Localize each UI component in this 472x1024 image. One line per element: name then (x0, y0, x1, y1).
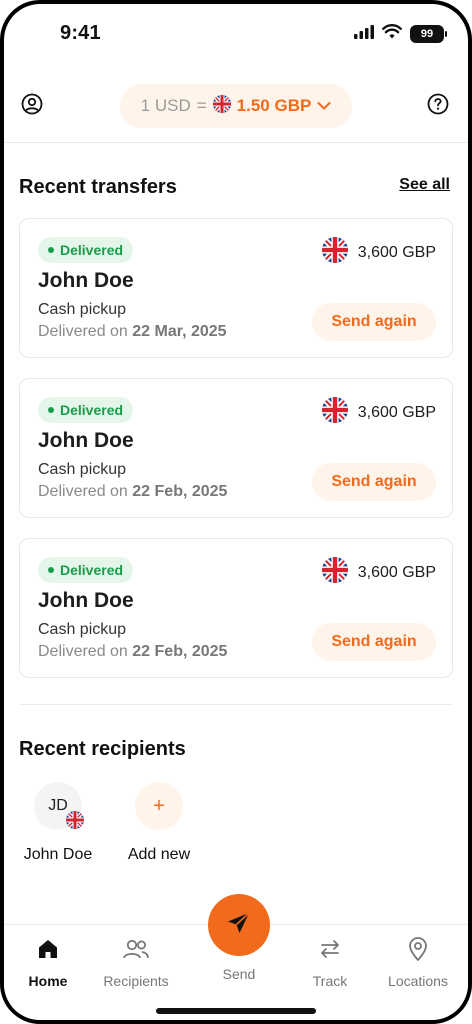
nav-home-label: Home (28, 973, 68, 989)
delivery-date-prefix: Delivered on (38, 483, 128, 500)
home-indicator (156, 1008, 316, 1014)
status-badge: Delivered (38, 557, 134, 583)
chevron-down-icon (317, 96, 331, 116)
nav-home[interactable]: Home (4, 935, 92, 989)
nav-send-label: Send (222, 966, 256, 982)
transfer-card[interactable]: Delivered John Doe Cash pickup Delivered… (19, 538, 453, 678)
nav-locations[interactable]: Locations (374, 935, 462, 989)
avatar-initials: JD (48, 797, 68, 814)
uk-flag-icon (321, 237, 348, 268)
status-label: Delivered (60, 562, 124, 578)
paper-plane-icon (225, 909, 253, 942)
user-circle-icon (21, 93, 43, 120)
recipient-name: John Doe (38, 269, 134, 292)
recent-recipients-title: Recent recipients (19, 738, 186, 760)
map-pin-icon (374, 935, 462, 963)
users-icon (92, 935, 180, 963)
header-divider (4, 142, 468, 143)
delivery-date: Delivered on 22 Feb, 2025 (38, 643, 227, 661)
amount-value: 3,600 GBP (357, 243, 436, 261)
profile-button[interactable] (20, 93, 44, 120)
see-all-link[interactable]: See all (399, 176, 450, 194)
send-button[interactable] (208, 894, 270, 956)
add-recipient-label: Add new (127, 846, 191, 863)
delivery-method: Cash pickup (38, 621, 127, 638)
uk-flag-icon (66, 811, 84, 834)
recipient-john-doe[interactable]: JD John Doe (13, 782, 103, 864)
status-bar: 9:41 99 (4, 4, 468, 64)
delivery-method: Cash pickup (38, 301, 127, 318)
send-again-button[interactable]: Send again (312, 623, 436, 661)
delivery-date-value: 22 Mar, 2025 (132, 323, 227, 340)
transfer-amount: 3,600 GBP (321, 397, 436, 428)
recipient-label: John Doe (23, 846, 93, 863)
rate-from: 1 USD (140, 96, 191, 115)
transfer-card[interactable]: Delivered John Doe Cash pickup Delivered… (19, 218, 453, 358)
delivery-date-value: 22 Feb, 2025 (132, 643, 228, 660)
section-divider (19, 704, 453, 705)
add-recipient-button[interactable]: + Add new (114, 782, 204, 864)
rate-equals: = (196, 96, 207, 115)
nav-track[interactable]: Track (286, 935, 374, 989)
uk-flag-icon (321, 397, 348, 428)
nav-locations-label: Locations (388, 973, 448, 989)
nav-recipients[interactable]: Recipients (92, 935, 180, 989)
transfer-amount: 3,600 GBP (321, 237, 436, 268)
arrows-left-right-icon (286, 935, 374, 963)
app-screen: 9:41 99 1 USD = 1.50 GBP Recent transfer… (4, 4, 468, 1020)
battery-indicator: 99 (410, 25, 447, 43)
delivery-method: Cash pickup (38, 461, 127, 478)
transfer-card[interactable]: Delivered John Doe Cash pickup Delivered… (19, 378, 453, 518)
wifi-icon (382, 24, 402, 44)
plus-icon: + (135, 782, 183, 830)
status-time: 9:41 (60, 22, 101, 44)
delivery-date-value: 22 Feb, 2025 (132, 483, 228, 500)
delivery-date-prefix: Delivered on (38, 643, 128, 660)
rate-to: 1.50 GBP (236, 96, 312, 115)
uk-flag-icon (321, 557, 348, 588)
nav-track-label: Track (312, 973, 348, 989)
cellular-signal-icon (354, 24, 374, 44)
amount-value: 3,600 GBP (357, 403, 436, 421)
top-header: 1 USD = 1.50 GBP (4, 80, 468, 132)
home-icon (4, 935, 92, 963)
delivery-date: Delivered on 22 Feb, 2025 (38, 483, 227, 501)
status-icons: 99 (354, 24, 447, 44)
recipient-name: John Doe (38, 589, 134, 612)
avatar: JD (34, 782, 84, 830)
status-dot (48, 407, 54, 413)
amount-value: 3,600 GBP (357, 563, 436, 581)
question-circle-icon (427, 93, 449, 120)
transfer-amount: 3,600 GBP (321, 557, 436, 588)
status-dot (48, 247, 54, 253)
recent-transfers-title: Recent transfers (19, 176, 177, 198)
status-label: Delivered (60, 402, 124, 418)
exchange-rate-selector[interactable]: 1 USD = 1.50 GBP (120, 84, 352, 128)
help-button[interactable] (426, 93, 450, 120)
phone-frame: 9:41 99 1 USD = 1.50 GBP Recent transfer… (0, 0, 472, 1024)
status-label: Delivered (60, 242, 124, 258)
delivery-date: Delivered on 22 Mar, 2025 (38, 323, 227, 341)
uk-flag-icon (212, 94, 231, 118)
send-again-button[interactable]: Send again (312, 463, 436, 501)
delivery-date-prefix: Delivered on (38, 323, 128, 340)
status-badge: Delivered (38, 237, 134, 263)
status-badge: Delivered (38, 397, 134, 423)
nav-recipients-label: Recipients (103, 973, 169, 989)
recipient-name: John Doe (38, 429, 134, 452)
status-dot (48, 567, 54, 573)
send-again-button[interactable]: Send again (312, 303, 436, 341)
